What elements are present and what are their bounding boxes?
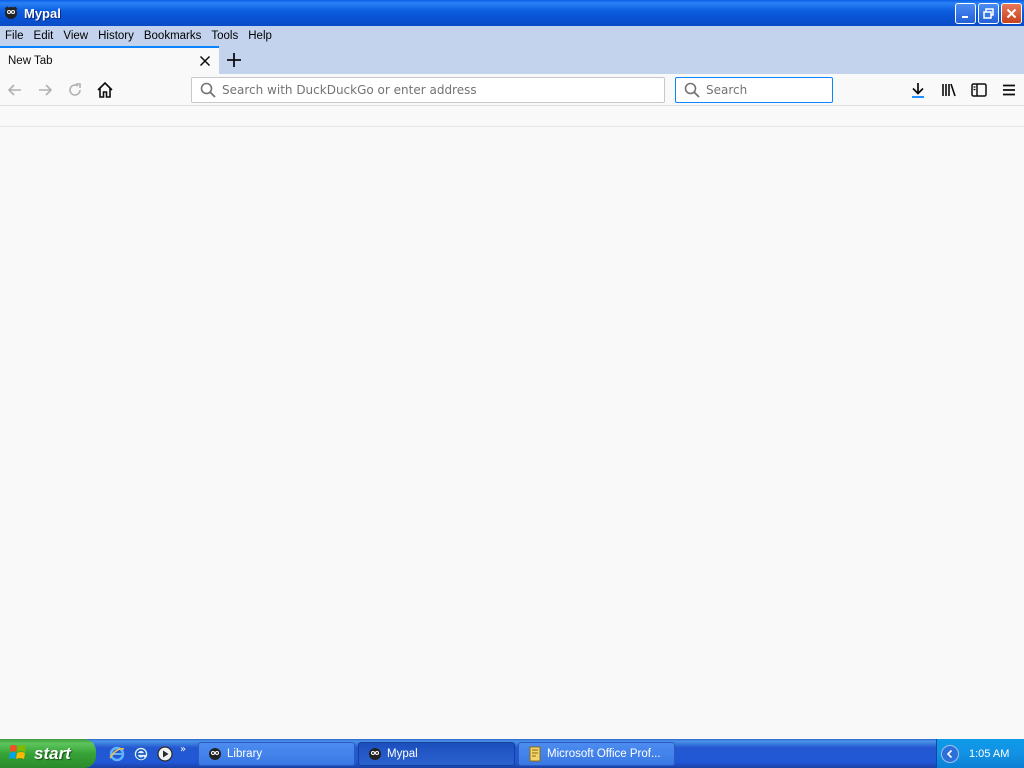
taskbar: start » Library Mypal Microsoft Office P… [0, 739, 1024, 768]
tab-new-tab[interactable]: New Tab [0, 46, 219, 74]
reload-button[interactable] [65, 80, 85, 100]
search-icon [200, 82, 216, 98]
restore-button[interactable] [978, 3, 999, 24]
internet-explorer-icon[interactable] [108, 745, 126, 763]
quick-launch-bar: » [108, 744, 198, 763]
menu-history[interactable]: History [93, 26, 139, 46]
taskbar-button-label: Microsoft Office Prof... [547, 747, 661, 760]
main-menu-button[interactable] [999, 80, 1019, 100]
media-player-icon[interactable] [156, 745, 174, 763]
quick-launch-overflow-icon[interactable]: » [180, 744, 186, 755]
hamburger-menu-icon [1003, 84, 1015, 96]
sidebar-icon [971, 83, 987, 97]
tab-strip: New Tab [0, 46, 1024, 74]
mypal-app-icon [207, 746, 223, 762]
mypal-app-icon [3, 5, 19, 21]
page-content[interactable] [0, 126, 1024, 739]
forward-arrow-icon [39, 84, 53, 96]
menu-file[interactable]: File [0, 26, 29, 46]
tab-label: New Tab [8, 55, 53, 67]
start-button[interactable]: start [0, 739, 96, 768]
sidebar-toggle-button[interactable] [969, 80, 989, 100]
library-icon [942, 83, 956, 97]
back-arrow-icon [7, 84, 21, 96]
windows-logo-icon [8, 742, 28, 766]
search-input[interactable] [706, 79, 824, 101]
chevron-left-icon [946, 749, 953, 758]
reload-icon [69, 83, 81, 96]
menu-edit[interactable]: Edit [29, 26, 59, 46]
url-input[interactable] [222, 79, 652, 101]
taskbar-button-label: Mypal [387, 747, 418, 760]
navigation-toolbar [0, 74, 1024, 106]
menu-help[interactable]: Help [243, 26, 277, 46]
restore-icon [983, 8, 994, 19]
title-bar[interactable]: Mypal [0, 0, 1024, 26]
mypal-app-icon [367, 746, 383, 762]
close-window-button[interactable] [1001, 3, 1022, 24]
clock[interactable]: 1:05 AM [969, 748, 1009, 760]
menu-bar: File Edit View History Bookmarks Tools H… [0, 26, 1024, 46]
menu-bookmarks[interactable]: Bookmarks [139, 26, 207, 46]
close-icon [199, 55, 211, 67]
window-title: Mypal [24, 5, 61, 21]
new-tab-button[interactable] [219, 46, 249, 74]
taskbar-button-library[interactable]: Library [198, 741, 355, 766]
forward-button[interactable] [35, 80, 55, 100]
start-label: start [34, 743, 71, 763]
system-tray: 1:05 AM [936, 739, 1024, 768]
back-button[interactable] [5, 80, 25, 100]
minimize-button[interactable] [955, 3, 976, 24]
taskbar-button-microsoft-office[interactable]: Microsoft Office Prof... [518, 741, 675, 766]
home-icon [97, 81, 113, 98]
plus-icon [227, 53, 241, 67]
menu-view[interactable]: View [58, 26, 93, 46]
taskbar-button-label: Library [227, 747, 263, 760]
show-hidden-icons-button[interactable] [941, 744, 959, 763]
close-tab-button[interactable] [197, 53, 213, 69]
home-button[interactable] [95, 80, 115, 100]
close-icon [1006, 8, 1017, 19]
office-installer-icon [527, 746, 543, 762]
search-bar[interactable] [675, 77, 833, 103]
minimize-icon [962, 16, 968, 18]
browser-launcher-icon[interactable] [132, 745, 150, 763]
library-button[interactable] [939, 80, 959, 100]
menu-tools[interactable]: Tools [206, 26, 243, 46]
downloads-button[interactable] [908, 80, 928, 100]
taskbar-button-mypal[interactable]: Mypal [358, 741, 515, 766]
search-icon [684, 82, 700, 98]
download-arrow-icon [912, 83, 924, 98]
address-bar[interactable] [191, 77, 665, 103]
